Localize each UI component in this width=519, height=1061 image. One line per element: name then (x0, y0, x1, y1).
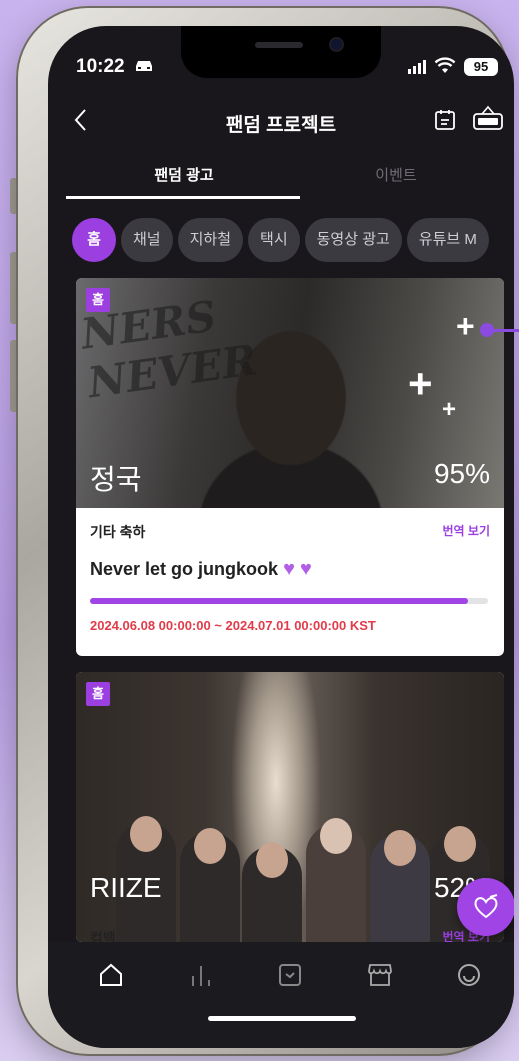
person-figure (242, 842, 302, 942)
card-period: 2024.06.08 00:00:00 ~ 2024.07.01 00:00:0… (90, 618, 376, 633)
phone-frame: 10:22 95 팬덤 프로젝트 팬덤 광고 이벤트 홈 채널 지하철 택시 동… (16, 6, 514, 1056)
chip-taxi[interactable]: 택시 (248, 218, 300, 262)
purple-heart-icon: ♥ (283, 558, 295, 580)
tab-fandom-ads[interactable]: 팬덤 광고 (68, 164, 300, 185)
chip-home[interactable]: 홈 (72, 218, 116, 262)
chip-video-ad[interactable]: 동영상 광고 (304, 218, 402, 262)
plus-decoration: + (442, 396, 457, 423)
person-figure (306, 818, 366, 942)
card-category: 컴백 (90, 930, 116, 942)
chip-channel[interactable]: 채널 (121, 218, 173, 262)
purple-heart-icon: ♥ (299, 558, 312, 580)
progress-fill (90, 598, 469, 604)
translate-link[interactable]: 번역 보기 (443, 522, 491, 539)
person-figure (180, 828, 240, 942)
top-bar: 팬덤 프로젝트 (48, 102, 514, 142)
speaker (255, 42, 303, 48)
card-message: Never let go jungkook ♥ ♥ (90, 558, 312, 581)
tab-bar: 팬덤 광고 이벤트 (48, 158, 514, 199)
funding-percent: 95% (433, 458, 490, 489)
camera (331, 39, 342, 50)
chip-youtube[interactable]: 유튜브 M (406, 218, 489, 262)
phone-screen: 10:22 95 팬덤 프로젝트 팬덤 광고 이벤트 홈 채널 지하철 택시 동… (48, 26, 514, 1048)
home-icon[interactable] (98, 962, 124, 988)
plus-decoration: + (408, 360, 433, 407)
calendar-icon[interactable] (433, 108, 457, 132)
callout-line (492, 329, 519, 332)
person-figure (370, 830, 430, 942)
card-image: 홈 RIIZE 52% (76, 672, 504, 942)
card-badge: 홈 (86, 682, 110, 706)
chart-icon[interactable] (188, 962, 214, 988)
bottom-nav (48, 942, 514, 1048)
card-category: 기타 축하 (90, 524, 146, 540)
status-time: 10:22 (76, 56, 125, 77)
heart-megaphone-icon (474, 894, 498, 919)
artist-name: RIIZE (90, 872, 162, 903)
cheer-fab-button[interactable] (457, 878, 514, 936)
home-indicator (208, 1016, 356, 1021)
smile-icon[interactable] (456, 962, 482, 988)
progress-bar (90, 598, 488, 604)
wifi-icon (434, 57, 456, 73)
artist-name: 정국 (90, 464, 142, 495)
store-icon[interactable] (366, 962, 394, 988)
project-card[interactable]: 홈 RIIZE 52% 컴백 번역 보기 (76, 672, 504, 942)
card-image: NERS NEVER + + + 홈 정국 95% (76, 278, 504, 508)
closed-sign-icon[interactable] (472, 104, 504, 132)
tab-events[interactable]: 이벤트 (298, 164, 494, 185)
plus-decoration: + (456, 308, 475, 344)
chip-subway[interactable]: 지하철 (177, 218, 244, 262)
status-bar: 10:22 95 (48, 56, 514, 80)
card-message-text: Never let go jungkook (90, 559, 279, 579)
card-badge: 홈 (86, 288, 110, 312)
signal-icon (408, 60, 426, 74)
battery-indicator: 95 (464, 58, 498, 76)
project-card[interactable]: NERS NEVER + + + 홈 정국 95% 기타 축하 번역 보기 Nev… (76, 278, 504, 656)
car-icon (136, 61, 152, 71)
checkbox-icon[interactable] (277, 962, 303, 988)
active-tab-indicator (66, 196, 300, 199)
category-chips: 홈 채널 지하철 택시 동영상 광고 유튜브 M (72, 218, 514, 266)
